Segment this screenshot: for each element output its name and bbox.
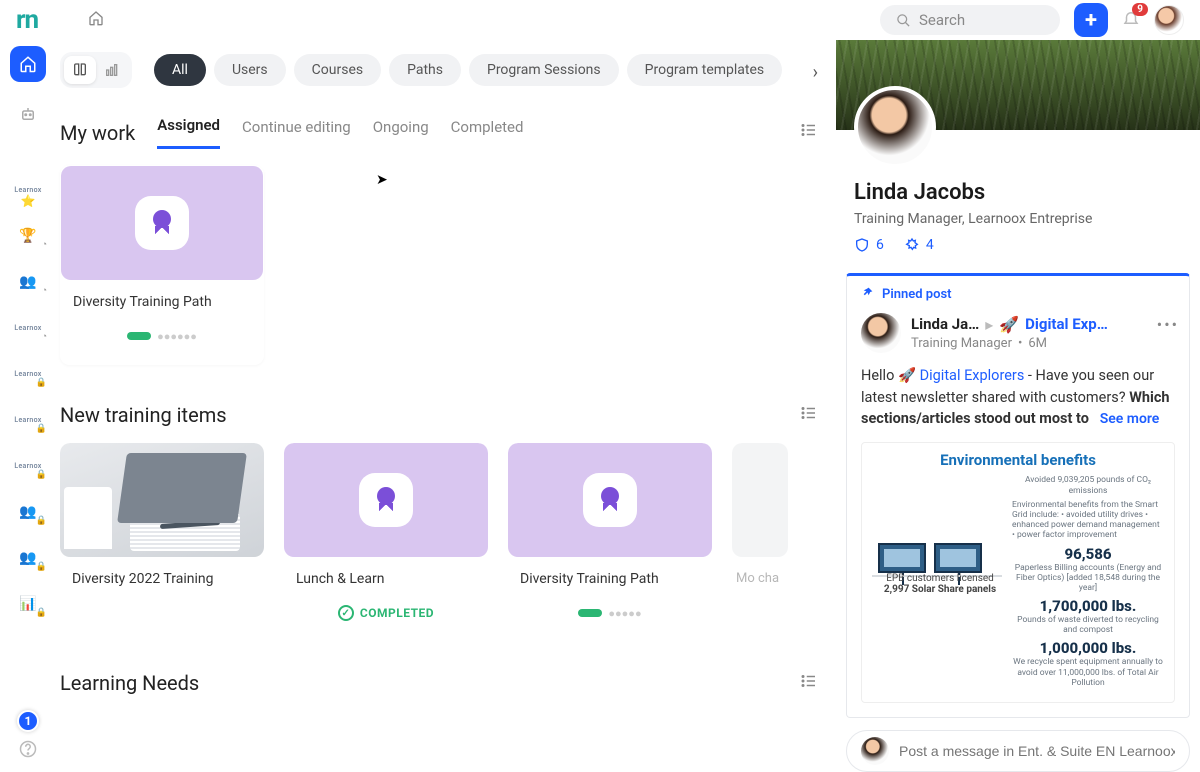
nav-trophy[interactable]: 🏆◔: [5, 220, 51, 252]
create-button[interactable]: +: [1074, 3, 1108, 37]
pill-program-sessions[interactable]: Program Sessions: [469, 54, 619, 86]
nav-people-3[interactable]: 👥🔒: [5, 542, 51, 574]
pin-icon: [861, 286, 874, 303]
tab-assigned[interactable]: Assigned: [157, 116, 220, 149]
post-body: Hello 🚀 Digital Explorers - Have you see…: [861, 365, 1175, 431]
ribbon-icon: [583, 473, 637, 527]
nav-learnox-2[interactable]: Learnox◔: [5, 312, 51, 344]
list-view-icon[interactable]: [800, 121, 818, 144]
view-bars-icon[interactable]: [96, 56, 128, 84]
burst-icon: [904, 237, 920, 253]
post-subrole: Training Manager: [911, 336, 1012, 351]
list-view-icon-2[interactable]: [800, 404, 818, 427]
home-icon[interactable]: [88, 10, 104, 30]
profile-role: Training Manager, Learnoox Entreprise: [854, 211, 1182, 227]
attachment-stats: Avoided 9,039,205 pounds of CO₂ emission…: [1012, 475, 1164, 692]
stat-burst[interactable]: 4: [904, 237, 934, 253]
filter-bar: All Users Courses Paths Program Sessions…: [60, 42, 818, 112]
pill-paths[interactable]: Paths: [389, 54, 461, 86]
notification-badge: 9: [1132, 3, 1148, 16]
post-author[interactable]: Linda Ja…: [911, 315, 979, 333]
section-title-mywork: My work: [60, 121, 135, 145]
compose-input[interactable]: [899, 743, 1175, 759]
progress-icon: [578, 609, 602, 617]
tab-continue-editing[interactable]: Continue editing: [242, 118, 351, 148]
nav-people-1[interactable]: 👥◔: [5, 266, 51, 298]
view-toggle[interactable]: [60, 52, 132, 88]
completed-badge: ✓COMPLETED: [338, 605, 434, 621]
nav-people-2[interactable]: 👥🔒: [5, 496, 51, 528]
pills-scroll-right[interactable]: ›: [790, 58, 818, 86]
pill-program-templates[interactable]: Program templates: [627, 54, 783, 86]
profile-panel: Linda Jacobs Training Manager, Learnoox …: [836, 40, 1200, 772]
card-diversity-path-2[interactable]: Diversity Training Path ●●●●●: [508, 443, 712, 633]
nav-learnox-3[interactable]: Learnox🔒: [5, 358, 51, 390]
shield-icon: [854, 237, 870, 253]
card-diversity-2022[interactable]: Diversity 2022 Training: [60, 443, 264, 633]
post-age: 6M: [1028, 336, 1047, 351]
card-title: Diversity 2022 Training: [60, 557, 264, 593]
stat-shield[interactable]: 6: [854, 237, 884, 253]
pinned-label: Pinned post: [882, 287, 952, 302]
nav-learnox-star[interactable]: Learnox⭐: [5, 174, 51, 206]
tab-ongoing[interactable]: Ongoing: [373, 118, 429, 148]
list-view-icon-3[interactable]: [800, 672, 818, 695]
chevron-right-icon: ▸: [985, 315, 993, 334]
compose-avatar: [861, 737, 889, 765]
left-nav-rail: Learnox⭐ 🏆◔ 👥◔ Learnox◔ Learnox🔒 Learnox…: [0, 40, 56, 772]
post-group-link[interactable]: Digital Exp…: [1025, 315, 1108, 333]
nav-chart[interactable]: 📊🔒: [5, 588, 51, 620]
pill-all[interactable]: All: [154, 54, 206, 86]
help-icon[interactable]: [19, 740, 37, 762]
pill-courses[interactable]: Courses: [294, 54, 381, 86]
search-input[interactable]: Search: [880, 5, 1060, 35]
nav-bot[interactable]: [10, 96, 46, 132]
ribbon-icon: [135, 196, 189, 250]
card-diversity-path[interactable]: Diversity Training Path ●●●●●●: [60, 165, 264, 365]
notifications-icon[interactable]: 9: [1122, 9, 1140, 32]
profile-avatar[interactable]: [854, 86, 936, 168]
section-title-learning-needs: Learning Needs: [60, 671, 199, 695]
nav-home[interactable]: [10, 46, 46, 82]
card-mo-cha[interactable]: Mo cha: [732, 443, 788, 633]
card-lunch-learn[interactable]: Lunch & Learn ✓COMPLETED: [284, 443, 488, 633]
nav-counter-badge[interactable]: 1: [17, 710, 39, 732]
progress-icon: [127, 332, 151, 340]
tab-completed[interactable]: Completed: [451, 118, 524, 148]
post-attachment[interactable]: Environmental benefits EPB customers lic…: [861, 442, 1175, 703]
post-menu-icon[interactable]: •••: [1157, 315, 1179, 334]
profile-name: Linda Jacobs: [854, 180, 1182, 205]
post-body-link[interactable]: 🚀 Digital Explorers: [898, 367, 1024, 384]
card-title: Diversity Training Path: [508, 557, 712, 593]
card-title: Lunch & Learn: [284, 557, 488, 593]
card-title: Mo cha: [732, 557, 788, 586]
section-title-new-items: New training items: [60, 403, 227, 427]
attachment-title: Environmental benefits: [872, 451, 1164, 469]
card-title: Diversity Training Path: [61, 280, 263, 316]
search-placeholder: Search: [919, 11, 965, 29]
ribbon-icon: [359, 473, 413, 527]
attachment-illustration: EPB customers licensed2,997 Solar Share …: [872, 475, 1002, 595]
rocket-icon: 🚀: [999, 315, 1019, 334]
nav-learnox-4[interactable]: Learnox🔒: [5, 404, 51, 436]
see-more-link[interactable]: See more: [1100, 411, 1160, 427]
app-logo[interactable]: rn: [16, 5, 38, 35]
avatar[interactable]: [1154, 5, 1184, 35]
post-avatar[interactable]: [861, 313, 901, 353]
view-book-icon[interactable]: [64, 56, 96, 84]
pinned-post: Pinned post Linda Ja… ▸ 🚀 Digital Exp… T…: [846, 273, 1190, 718]
pill-users[interactable]: Users: [214, 54, 286, 86]
compose-box[interactable]: [846, 730, 1190, 772]
nav-learnox-5[interactable]: Learnox🔒: [5, 450, 51, 482]
